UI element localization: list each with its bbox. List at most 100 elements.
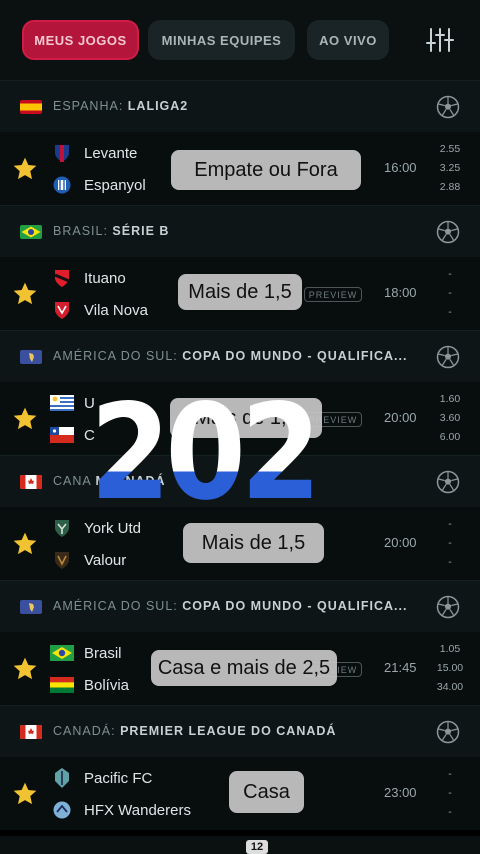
league-header[interactable]: BRASIL: SÉRIE B bbox=[0, 205, 480, 257]
favorite-star-icon[interactable] bbox=[12, 781, 38, 807]
top-bar: MEUS JOGOS MINHAS EQUIPES AO VIVO bbox=[0, 0, 480, 80]
canada-flag-icon bbox=[20, 475, 42, 489]
odd-away: 34.00 bbox=[436, 681, 464, 693]
espanyol-crest-icon bbox=[50, 174, 74, 196]
odd-home: 2.55 bbox=[439, 143, 461, 155]
match-time: 23:00 bbox=[384, 785, 417, 800]
home-team: Levante bbox=[50, 142, 137, 164]
match-count-badge[interactable]: 12 bbox=[246, 840, 268, 854]
tip-overlay: Mais de 1,5 bbox=[183, 523, 324, 563]
odd-home: - bbox=[448, 768, 452, 780]
home-team-name: Levante bbox=[84, 144, 138, 162]
home-team: Ituano bbox=[50, 267, 126, 289]
big-number-graphic: 202 bbox=[90, 380, 320, 510]
match-odds[interactable]: - - - bbox=[432, 265, 468, 322]
bottom-nav[interactable] bbox=[0, 836, 480, 854]
chile-flag-icon bbox=[50, 424, 74, 446]
away-team: Bolívia bbox=[50, 674, 129, 696]
spain-flag-icon bbox=[20, 100, 42, 114]
league-competition: COPA DO MUNDO - QUALIFICA... bbox=[182, 349, 408, 363]
league-header[interactable]: AMÉRICA DO SUL: COPA DO MUNDO - QUALIFIC… bbox=[0, 330, 480, 382]
match-odds[interactable]: - - - bbox=[432, 765, 468, 822]
tip-overlay: Casa bbox=[229, 771, 304, 813]
filter-sliders-icon[interactable] bbox=[426, 26, 454, 54]
odd-draw: - bbox=[448, 537, 452, 549]
soccer-ball-icon[interactable] bbox=[436, 720, 460, 744]
ituano-crest-icon bbox=[50, 267, 74, 289]
match-odds[interactable]: 1.60 3.60 6.00 bbox=[432, 390, 468, 447]
favorite-star-icon[interactable] bbox=[12, 531, 38, 557]
match-time: 18:00 bbox=[384, 285, 417, 300]
valour-crest-icon bbox=[50, 549, 74, 571]
odd-away: - bbox=[448, 306, 452, 318]
favorite-star-icon[interactable] bbox=[12, 281, 38, 307]
league-competition: PREMIER LEAGUE DO CANADÁ bbox=[120, 724, 337, 738]
match-odds[interactable]: 1.05 15.00 34.00 bbox=[432, 640, 468, 697]
soccer-ball-icon[interactable] bbox=[436, 220, 460, 244]
favorite-star-icon[interactable] bbox=[12, 156, 38, 182]
away-team-name: Valour bbox=[84, 551, 127, 569]
league-competition: SÉRIE B bbox=[112, 224, 170, 238]
match-time: 21:45 bbox=[384, 660, 417, 675]
home-team-name: York Utd bbox=[84, 519, 141, 537]
away-team-name: Espanyol bbox=[84, 176, 146, 194]
match-time: 20:00 bbox=[384, 410, 417, 425]
odd-home: - bbox=[448, 518, 452, 530]
soccer-ball-icon[interactable] bbox=[436, 470, 460, 494]
match-odds[interactable]: 2.55 3.25 2.88 bbox=[432, 140, 468, 197]
match-time: 16:00 bbox=[384, 160, 417, 175]
pacific-fc-crest-icon bbox=[50, 767, 74, 789]
league-competition: COPA DO MUNDO - QUALIFICA... bbox=[182, 599, 408, 613]
tab-meus-jogos[interactable]: MEUS JOGOS bbox=[22, 20, 139, 60]
league-header[interactable]: AMÉRICA DO SUL: COPA DO MUNDO - QUALIFIC… bbox=[0, 580, 480, 632]
bolivia-flag-icon bbox=[50, 674, 74, 696]
match-odds[interactable]: - - - bbox=[432, 515, 468, 572]
away-team-name: Vila Nova bbox=[84, 301, 148, 319]
league-header[interactable]: CANADÁ: PREMIER LEAGUE DO CANADÁ bbox=[0, 705, 480, 757]
home-team: York Utd bbox=[50, 517, 141, 539]
away-team: Espanyol bbox=[50, 174, 146, 196]
league-competition: LALIGA2 bbox=[127, 99, 189, 113]
odd-draw: - bbox=[448, 287, 452, 299]
home-team: Pacific FC bbox=[50, 767, 152, 789]
soccer-ball-icon[interactable] bbox=[436, 345, 460, 369]
odd-away: 6.00 bbox=[439, 431, 461, 443]
away-team-name: Bolívia bbox=[84, 676, 130, 694]
odd-home: - bbox=[448, 268, 452, 280]
brazil-flag-icon bbox=[50, 642, 74, 664]
odd-home: 1.60 bbox=[439, 393, 461, 405]
league-country: ESPANHA: bbox=[53, 99, 124, 113]
odd-draw: 3.25 bbox=[439, 162, 461, 174]
tip-overlay: Mais de 1,5 bbox=[178, 274, 302, 310]
league-country: AMÉRICA DO SUL: bbox=[53, 349, 178, 363]
favorite-star-icon[interactable] bbox=[12, 656, 38, 682]
tab-minhas-equipes[interactable]: MINHAS EQUIPES bbox=[148, 20, 295, 60]
away-team: HFX Wanderers bbox=[50, 799, 191, 821]
home-team: U bbox=[50, 392, 95, 414]
home-team-name: Pacific FC bbox=[84, 769, 153, 787]
odd-draw: - bbox=[448, 787, 452, 799]
hfx-wanderers-crest-icon bbox=[50, 799, 74, 821]
soccer-ball-icon[interactable] bbox=[436, 95, 460, 119]
favorite-star-icon[interactable] bbox=[12, 406, 38, 432]
levante-crest-icon bbox=[50, 142, 74, 164]
preview-badge[interactable]: PREVIEW bbox=[304, 287, 362, 302]
south-america-flag-icon bbox=[20, 350, 42, 364]
league-header[interactable]: ESPANHA: LALIGA2 bbox=[0, 80, 480, 132]
brazil-flag-icon bbox=[20, 225, 42, 239]
odd-away: - bbox=[448, 806, 452, 818]
tab-ao-vivo[interactable]: AO VIVO bbox=[307, 20, 389, 60]
canada-flag-icon bbox=[20, 725, 42, 739]
league-country: CANA bbox=[53, 474, 92, 488]
tip-overlay: Casa e mais de 2,5 bbox=[151, 650, 337, 686]
match-time: 20:00 bbox=[384, 535, 417, 550]
home-team: Brasil bbox=[50, 642, 122, 664]
odd-away: 2.88 bbox=[439, 181, 461, 193]
odd-draw: 3.60 bbox=[439, 412, 461, 424]
away-team: C bbox=[50, 424, 95, 446]
south-america-flag-icon bbox=[20, 600, 42, 614]
soccer-ball-icon[interactable] bbox=[436, 595, 460, 619]
home-team-name: Brasil bbox=[84, 644, 122, 662]
odd-home: 1.05 bbox=[439, 643, 461, 655]
vila-nova-crest-icon bbox=[50, 299, 74, 321]
